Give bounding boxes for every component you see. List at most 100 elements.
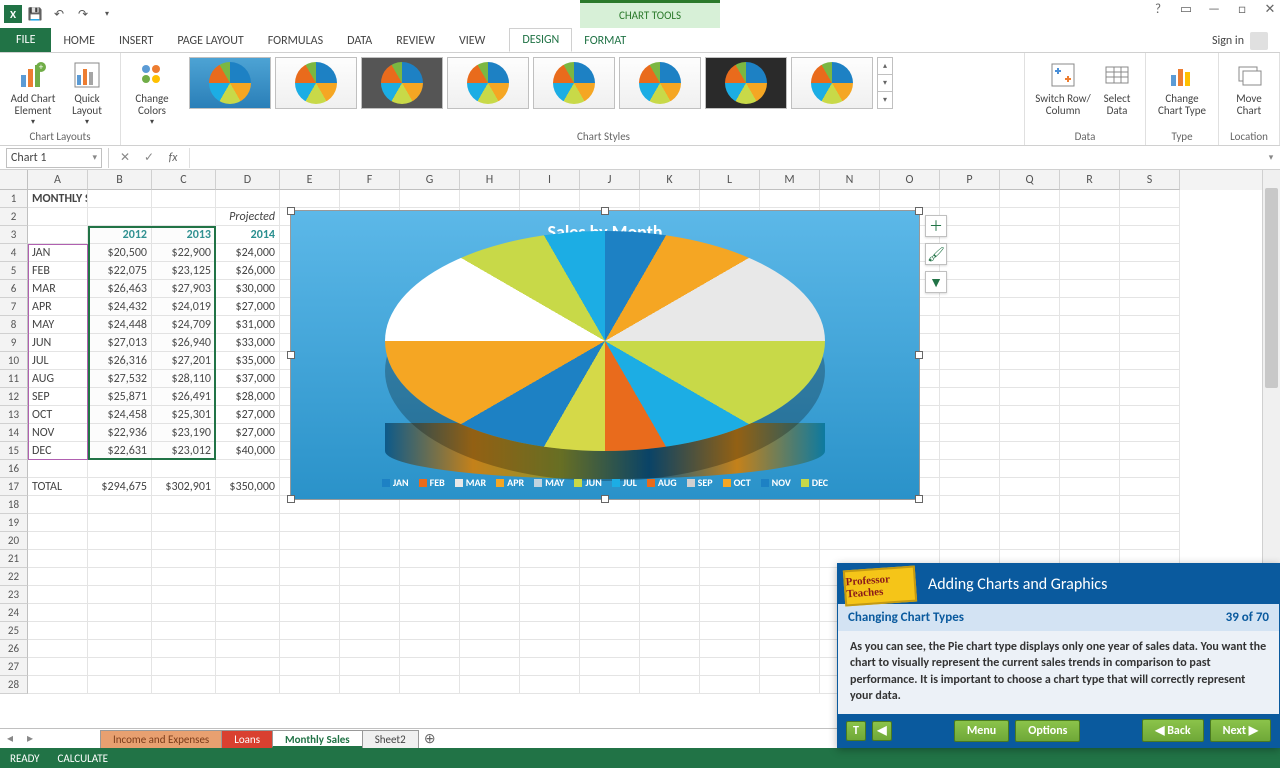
column-header[interactable]: L xyxy=(700,170,760,190)
cell[interactable]: $26,316 xyxy=(88,352,152,370)
cell[interactable]: $27,532 xyxy=(88,370,152,388)
cell[interactable] xyxy=(152,568,216,586)
cell[interactable] xyxy=(760,550,820,568)
cell[interactable] xyxy=(760,640,820,658)
row-header[interactable]: 23 xyxy=(0,586,28,604)
cell[interactable] xyxy=(1060,388,1120,406)
tab-data[interactable]: DATA xyxy=(335,30,384,52)
cell[interactable]: $22,936 xyxy=(88,424,152,442)
tab-format[interactable]: FORMAT xyxy=(572,30,638,52)
cell[interactable] xyxy=(1000,262,1060,280)
cell[interactable] xyxy=(640,586,700,604)
row-header[interactable]: 26 xyxy=(0,640,28,658)
cell[interactable] xyxy=(1000,460,1060,478)
cell[interactable] xyxy=(940,280,1000,298)
chart-style-thumb[interactable] xyxy=(533,57,615,109)
sign-in[interactable]: Sign in xyxy=(1212,32,1268,50)
column-header[interactable]: C xyxy=(152,170,216,190)
cell[interactable] xyxy=(460,532,520,550)
cell[interactable] xyxy=(1060,496,1120,514)
embedded-chart[interactable]: Sales by Month JANFEBMARAPRMAYJUNJULAUGS… xyxy=(290,210,920,500)
add-chart-element-button[interactable]: + Add Chart Element▾ xyxy=(6,57,60,127)
cell[interactable] xyxy=(1000,424,1060,442)
cell[interactable] xyxy=(940,208,1000,226)
cell[interactable] xyxy=(340,658,400,676)
cell[interactable] xyxy=(1000,298,1060,316)
cell[interactable]: $40,000 xyxy=(216,442,280,460)
cell[interactable] xyxy=(1060,244,1120,262)
move-chart-button[interactable]: Move Chart xyxy=(1225,57,1273,117)
cell[interactable] xyxy=(520,586,580,604)
tab-page-layout[interactable]: PAGE LAYOUT xyxy=(165,30,255,52)
row-header[interactable]: 18 xyxy=(0,496,28,514)
cell[interactable] xyxy=(640,532,700,550)
column-header[interactable]: H xyxy=(460,170,520,190)
cell[interactable] xyxy=(216,676,280,694)
cell[interactable]: SEP xyxy=(28,388,88,406)
chart-style-thumb[interactable] xyxy=(361,57,443,109)
column-header[interactable]: G xyxy=(400,170,460,190)
cell[interactable]: $24,432 xyxy=(88,298,152,316)
cell[interactable] xyxy=(580,514,640,532)
cell[interactable] xyxy=(760,568,820,586)
column-header[interactable]: F xyxy=(340,170,400,190)
chart-style-thumb[interactable] xyxy=(619,57,701,109)
cell[interactable]: MAR xyxy=(28,280,88,298)
cell[interactable] xyxy=(1120,514,1180,532)
gallery-down-icon[interactable]: ▾ xyxy=(878,75,892,92)
expand-formula-icon[interactable]: ▾ xyxy=(1262,152,1280,163)
cell[interactable] xyxy=(940,424,1000,442)
cell[interactable]: $24,709 xyxy=(152,316,216,334)
column-header[interactable]: K xyxy=(640,170,700,190)
cell[interactable] xyxy=(940,532,1000,550)
cell[interactable] xyxy=(460,550,520,568)
cell[interactable] xyxy=(760,676,820,694)
chart-styles-icon[interactable]: 🖌 xyxy=(925,243,947,265)
cell[interactable]: $294,675 xyxy=(88,478,152,496)
sheet-tab-income[interactable]: Income and Expenses xyxy=(100,730,222,748)
cell[interactable]: $24,448 xyxy=(88,316,152,334)
cell[interactable] xyxy=(1000,316,1060,334)
cell[interactable] xyxy=(1120,496,1180,514)
cell[interactable] xyxy=(760,586,820,604)
column-header[interactable]: J xyxy=(580,170,640,190)
change-chart-type-button[interactable]: Change Chart Type xyxy=(1152,57,1212,117)
cell[interactable] xyxy=(580,550,640,568)
enter-formula-icon[interactable]: ✓ xyxy=(137,150,161,165)
column-header[interactable]: N xyxy=(820,170,880,190)
cell[interactable]: $22,900 xyxy=(152,244,216,262)
cell[interactable]: MONTHLY SALES xyxy=(28,190,88,208)
cell[interactable] xyxy=(88,568,152,586)
row-header[interactable]: 21 xyxy=(0,550,28,568)
cell[interactable] xyxy=(152,460,216,478)
cell[interactable] xyxy=(152,208,216,226)
cell[interactable] xyxy=(152,640,216,658)
cell[interactable] xyxy=(280,514,340,532)
chart-style-thumb[interactable] xyxy=(791,57,873,109)
cell[interactable]: 2014 xyxy=(216,226,280,244)
cell[interactable] xyxy=(640,514,700,532)
cell[interactable] xyxy=(152,604,216,622)
select-data-button[interactable]: Select Data xyxy=(1095,57,1139,117)
row-header[interactable]: 12 xyxy=(0,388,28,406)
cell[interactable]: APR xyxy=(28,298,88,316)
cell[interactable] xyxy=(216,496,280,514)
column-header[interactable]: M xyxy=(760,170,820,190)
cell[interactable] xyxy=(1060,442,1120,460)
cell[interactable] xyxy=(940,352,1000,370)
cell[interactable]: $27,000 xyxy=(216,424,280,442)
cell[interactable]: $28,000 xyxy=(216,388,280,406)
tab-insert[interactable]: INSERT xyxy=(107,30,165,52)
cell[interactable] xyxy=(340,676,400,694)
cell[interactable]: $28,110 xyxy=(152,370,216,388)
cell[interactable] xyxy=(400,640,460,658)
switch-row-column-button[interactable]: Switch Row/ Column xyxy=(1031,57,1095,117)
cell[interactable] xyxy=(520,190,580,208)
cell[interactable] xyxy=(88,658,152,676)
cell[interactable] xyxy=(88,622,152,640)
cell[interactable] xyxy=(1000,406,1060,424)
cell[interactable] xyxy=(520,514,580,532)
cancel-formula-icon[interactable]: ✕ xyxy=(113,150,137,165)
name-box[interactable]: Chart 1 ▾ xyxy=(6,148,102,168)
cell[interactable] xyxy=(1060,226,1120,244)
